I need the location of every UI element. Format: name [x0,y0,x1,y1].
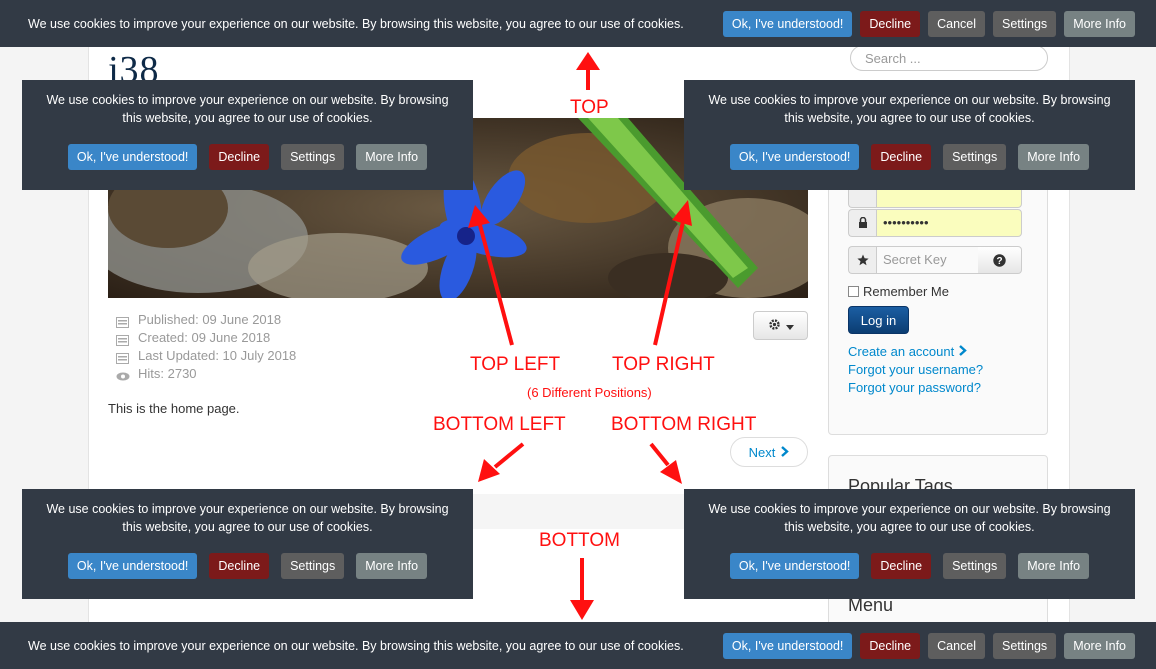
create-account-link[interactable]: Create an account [848,344,968,359]
secret-key-row: Secret Key ? [848,246,1022,274]
cookie-message: We use cookies to improve your experienc… [22,500,473,536]
next-button[interactable]: Next [730,437,808,467]
cancel-button[interactable]: Cancel [928,632,986,659]
published-date: Published: 09 June 2018 [138,312,282,327]
password-row: •••••••••• [848,209,1022,237]
cookie-box-bottom-right: We use cookies to improve your experienc… [684,489,1135,599]
updated-date: Last Updated: 10 July 2018 [138,348,297,363]
caret-down-icon [785,318,794,333]
cookie-message-line1: We use cookies to improve your experienc… [708,502,1111,516]
more-info-button[interactable]: More Info [1018,144,1090,170]
calendar-icon [116,315,130,328]
next-label: Next [748,444,776,460]
hits-count: Hits: 2730 [138,366,197,381]
cookie-buttons: Ok, I've understood! Decline Cancel Sett… [722,632,1135,659]
create-account-label: Create an account [848,344,955,359]
settings-button[interactable]: Settings [281,144,345,170]
article-info: Published: 09 June 2018 Created: 09 June… [116,311,296,383]
cookie-message: We use cookies to improve your experienc… [22,91,473,127]
secret-key-field[interactable]: Secret Key [876,246,978,274]
decline-button[interactable]: Decline [209,553,270,579]
password-field[interactable]: •••••••••• [876,209,1022,237]
cookie-message-line2: this website, you agree to our use of co… [122,111,373,125]
more-info-button[interactable]: More Info [1064,10,1135,37]
cookie-buttons: Ok, I've understood! Decline Settings Mo… [684,144,1135,170]
cookie-message-line2: this website, you agree to our use of co… [784,111,1035,125]
cookie-message: We use cookies to improve your experienc… [28,16,684,31]
chevron-right-icon [781,445,790,460]
more-info-button[interactable]: More Info [1018,553,1090,579]
settings-button[interactable]: Settings [943,144,1007,170]
created-date: Created: 09 June 2018 [138,330,271,345]
remember-checkbox[interactable] [848,286,859,297]
search-input[interactable]: Search ... [850,45,1048,71]
calendar-icon [116,333,130,346]
article-tools-button[interactable] [753,311,808,340]
hits-row: Hits: 2730 [116,365,296,383]
settings-button[interactable]: Settings [993,632,1057,659]
remember-me[interactable]: Remember Me [848,284,949,299]
published-row: Published: 09 June 2018 [116,311,296,329]
cookie-message: We use cookies to improve your experienc… [28,638,684,653]
cookie-message-line2: this website, you agree to our use of co… [122,520,373,534]
remember-label: Remember Me [863,284,949,299]
decline-button[interactable]: Decline [871,144,932,170]
lock-icon [848,209,876,237]
cookie-message-line1: We use cookies to improve your experienc… [46,93,449,107]
more-info-button[interactable]: More Info [356,553,428,579]
question-icon[interactable]: ? [978,246,1022,274]
label-bottom-right: BOTTOM RIGHT [611,414,757,435]
settings-button[interactable]: Settings [943,553,1007,579]
login-button[interactable]: Log in [848,306,909,334]
cookie-message-line2: this website, you agree to our use of co… [784,520,1035,534]
cookie-message-line1: We use cookies to improve your experienc… [46,502,449,516]
cookie-message: We use cookies to improve your experienc… [684,500,1135,536]
ok-button[interactable]: Ok, I've understood! [67,144,198,170]
cookie-box-top-left: We use cookies to improve your experienc… [22,80,473,190]
decline-button[interactable]: Decline [860,632,921,659]
ok-button[interactable]: Ok, I've understood! [729,553,860,579]
label-top-left: TOP LEFT [470,354,561,375]
eye-icon [116,369,130,380]
ok-button[interactable]: Ok, I've understood! [67,553,198,579]
label-top: TOP [570,97,609,118]
cookie-message: We use cookies to improve your experienc… [684,91,1135,127]
updated-row: Last Updated: 10 July 2018 [116,347,296,365]
cookie-box-bottom-left: We use cookies to improve your experienc… [22,489,473,599]
article-body: This is the home page. [108,401,240,416]
cookie-buttons: Ok, I've understood! Decline Settings Mo… [684,553,1135,579]
cookie-bar-bottom: We use cookies to improve your experienc… [0,622,1156,669]
cookie-buttons: Ok, I've understood! Decline Cancel Sett… [722,10,1135,37]
cancel-button[interactable]: Cancel [928,10,986,37]
forgot-username-link[interactable]: Forgot your username? [848,362,983,377]
label-bottom: BOTTOM [539,530,620,551]
decline-button[interactable]: Decline [871,553,932,579]
ok-button[interactable]: Ok, I've understood! [722,632,853,659]
cookie-box-top-right: We use cookies to improve your experienc… [684,80,1135,190]
more-info-button[interactable]: More Info [1064,632,1135,659]
chevron-right-icon [959,344,968,359]
ok-button[interactable]: Ok, I've understood! [729,144,860,170]
svg-text:?: ? [996,256,1002,267]
label-top-right: TOP RIGHT [612,354,715,375]
ok-button[interactable]: Ok, I've understood! [722,10,853,37]
calendar-icon [116,351,130,364]
forgot-password-link[interactable]: Forgot your password? [848,380,981,395]
decline-button[interactable]: Decline [209,144,270,170]
more-info-button[interactable]: More Info [356,144,428,170]
decline-button[interactable]: Decline [860,10,921,37]
settings-button[interactable]: Settings [281,553,345,579]
cookie-buttons: Ok, I've understood! Decline Settings Mo… [22,144,473,170]
gear-icon [768,318,781,334]
cookie-message-line1: We use cookies to improve your experienc… [708,93,1111,107]
settings-button[interactable]: Settings [993,10,1057,37]
label-positions: (6 Different Positions) [527,385,652,400]
cookie-buttons: Ok, I've understood! Decline Settings Mo… [22,553,473,579]
cookie-bar-top: We use cookies to improve your experienc… [0,0,1156,47]
label-bottom-left: BOTTOM LEFT [433,414,566,435]
star-icon [848,246,876,274]
created-row: Created: 09 June 2018 [116,329,296,347]
